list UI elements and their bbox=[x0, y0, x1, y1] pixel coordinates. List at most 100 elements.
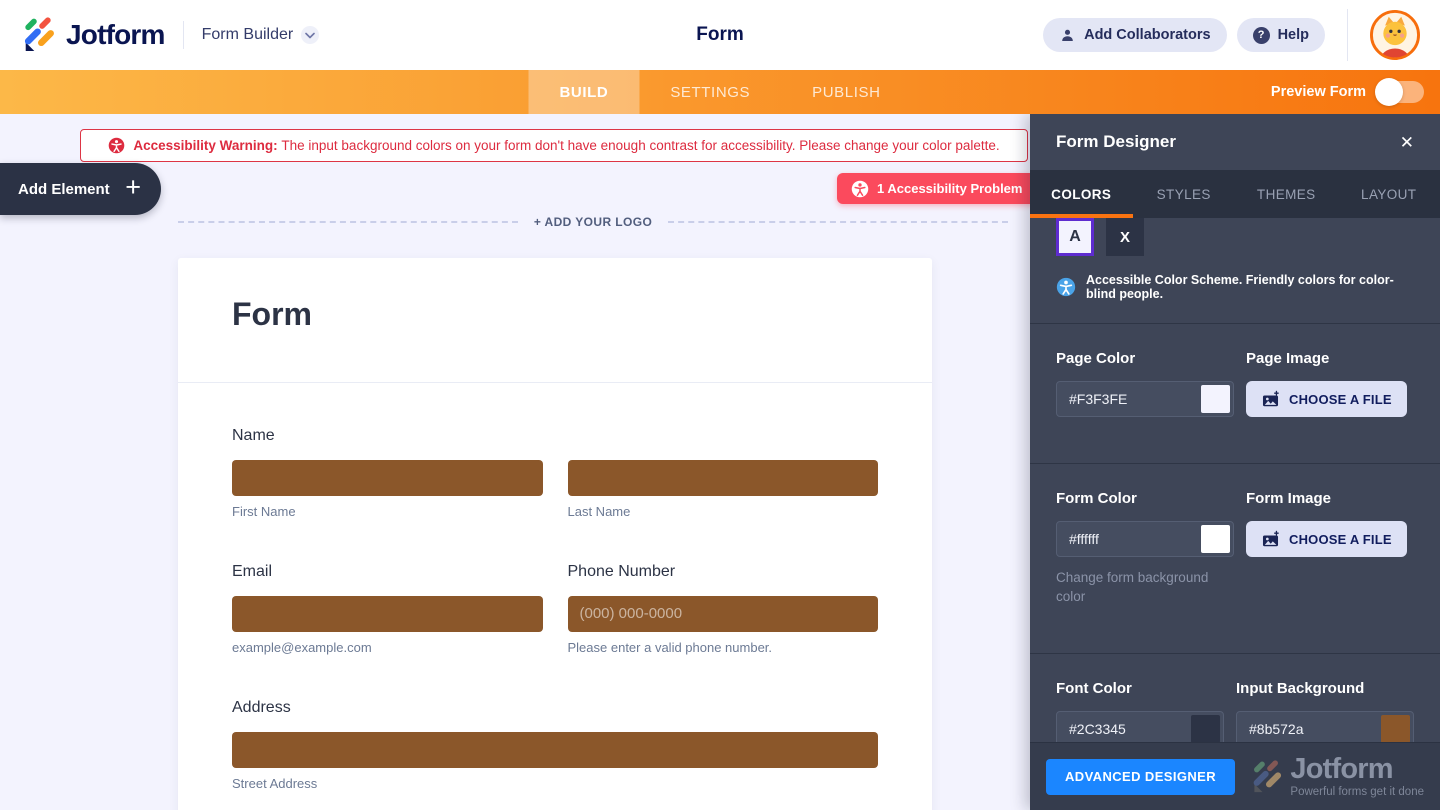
form-card: Form Name First Name Last Name bbox=[178, 258, 932, 810]
accessible-note: Accessible Color Scheme. Friendly colors… bbox=[1086, 273, 1414, 301]
accessibility-problem-badge[interactable]: 1 Accessibility Problem bbox=[837, 173, 1036, 204]
designer-tab-themes[interactable]: THEMES bbox=[1235, 170, 1338, 218]
person-icon bbox=[1059, 27, 1076, 44]
preview-form-label: Preview Form bbox=[1271, 84, 1366, 100]
accessibility-warning-banner[interactable]: Accessibility Warning: The input backgro… bbox=[80, 129, 1028, 162]
jotform-logo[interactable]: Jotform bbox=[20, 17, 165, 53]
page-color-swatch[interactable] bbox=[1201, 385, 1230, 413]
phone-label: Phone Number bbox=[568, 563, 879, 581]
designer-tab-colors[interactable]: COLORS bbox=[1030, 170, 1133, 218]
image-plus-icon bbox=[1261, 530, 1280, 549]
email-field-element[interactable]: Email example@example.com bbox=[232, 563, 543, 655]
street-address-sublabel: Street Address bbox=[232, 776, 878, 791]
input-background-label: Input Background bbox=[1236, 680, 1414, 697]
add-collaborators-label: Add Collaborators bbox=[1084, 27, 1210, 43]
phone-placeholder: (000) 000-0000 bbox=[568, 596, 879, 632]
form-color-input[interactable]: #ffffff bbox=[1056, 521, 1234, 557]
last-name-input[interactable] bbox=[568, 460, 879, 496]
phone-field-element[interactable]: Phone Number (000) 000-0000 Please enter… bbox=[568, 563, 879, 655]
add-collaborators-button[interactable]: Add Collaborators bbox=[1043, 18, 1226, 52]
font-color-value: #2C3345 bbox=[1060, 721, 1191, 737]
header-divider bbox=[1347, 9, 1348, 61]
jotform-logo-icon bbox=[1249, 760, 1283, 794]
accessibility-icon bbox=[108, 137, 125, 154]
no-scheme-swatch[interactable]: X bbox=[1106, 218, 1144, 256]
input-background-swatch[interactable] bbox=[1381, 715, 1410, 742]
builder-nav: BUILD SETTINGS PUBLISH Preview Form bbox=[0, 70, 1440, 114]
chevron-down-icon bbox=[301, 26, 319, 44]
choose-file-label: CHOOSE A FILE bbox=[1289, 392, 1392, 407]
add-logo-button[interactable]: + ADD YOUR LOGO bbox=[178, 215, 1008, 229]
panel-title: Form Designer bbox=[1056, 132, 1176, 152]
form-header-element[interactable]: Form bbox=[178, 258, 932, 383]
form-canvas: Accessibility Warning: The input backgro… bbox=[0, 114, 1440, 810]
question-icon: ? bbox=[1253, 27, 1270, 44]
jotform-logo-icon bbox=[20, 17, 56, 53]
form-color-swatch[interactable] bbox=[1201, 525, 1230, 553]
header-divider bbox=[183, 21, 184, 49]
watermark-tagline: Powerful forms get it done bbox=[1290, 786, 1424, 798]
close-icon[interactable]: ✕ bbox=[1400, 134, 1414, 151]
tab-settings[interactable]: SETTINGS bbox=[639, 70, 781, 114]
page-image-choose-file-button[interactable]: CHOOSE A FILE bbox=[1246, 381, 1407, 417]
image-plus-icon bbox=[1261, 390, 1280, 409]
font-color-label: Font Color bbox=[1056, 680, 1224, 697]
dashed-line bbox=[668, 221, 1008, 223]
avatar[interactable] bbox=[1370, 10, 1420, 60]
phone-sublabel: Please enter a valid phone number. bbox=[568, 640, 879, 655]
help-label: Help bbox=[1278, 27, 1309, 43]
page-color-value: #F3F3FE bbox=[1060, 391, 1201, 407]
add-element-label: Add Element bbox=[18, 181, 110, 198]
jotform-watermark: Jotform Powerful forms get it done bbox=[1249, 755, 1424, 798]
advanced-designer-button[interactable]: ADVANCED DESIGNER bbox=[1046, 759, 1235, 795]
top-header: Jotform Form Builder Form Add Collaborat… bbox=[0, 0, 1440, 70]
page-image-label: Page Image bbox=[1246, 350, 1407, 367]
name-label: Name bbox=[232, 427, 878, 445]
page-color-input[interactable]: #F3F3FE bbox=[1056, 381, 1234, 417]
form-color-value: #ffffff bbox=[1060, 531, 1201, 547]
tab-build[interactable]: BUILD bbox=[528, 70, 639, 114]
form-color-label: Form Color bbox=[1056, 490, 1234, 507]
form-color-helper: Change form background color bbox=[1056, 569, 1221, 607]
warning-message: The input background colors on your form… bbox=[281, 138, 999, 153]
app-name-label: Form Builder bbox=[202, 26, 294, 44]
form-image-choose-file-button[interactable]: CHOOSE A FILE bbox=[1246, 521, 1407, 557]
email-input[interactable] bbox=[232, 596, 543, 632]
toggle-knob bbox=[1375, 78, 1403, 106]
name-field-element[interactable]: Name First Name Last Name bbox=[232, 427, 878, 519]
phone-input[interactable]: (000) 000-0000 bbox=[568, 596, 879, 632]
first-name-input[interactable] bbox=[232, 460, 543, 496]
input-background-input[interactable]: #8b572a bbox=[1236, 711, 1414, 742]
preview-form-toggle[interactable] bbox=[1376, 81, 1424, 103]
help-button[interactable]: ? Help bbox=[1237, 18, 1325, 52]
form-title[interactable]: Form bbox=[232, 296, 878, 333]
address-label: Address bbox=[232, 699, 878, 717]
first-name-sublabel: First Name bbox=[232, 504, 543, 519]
designer-tab-layout[interactable]: LAYOUT bbox=[1338, 170, 1440, 218]
form-image-label: Form Image bbox=[1246, 490, 1407, 507]
street-address-input[interactable] bbox=[232, 732, 878, 768]
accessible-scheme-swatch[interactable]: A bbox=[1056, 218, 1094, 256]
input-background-value: #8b572a bbox=[1240, 721, 1381, 737]
plus-icon: + bbox=[125, 174, 141, 201]
last-name-sublabel: Last Name bbox=[568, 504, 879, 519]
form-designer-panel: Form Designer ✕ COLORS STYLES THEMES LAY… bbox=[1030, 114, 1440, 810]
tab-publish[interactable]: PUBLISH bbox=[781, 70, 911, 114]
designer-tab-styles[interactable]: STYLES bbox=[1133, 170, 1236, 218]
email-sublabel: example@example.com bbox=[232, 640, 543, 655]
font-color-input[interactable]: #2C3345 bbox=[1056, 711, 1224, 742]
form-builder-dropdown[interactable]: Form Builder bbox=[202, 26, 320, 44]
add-logo-label: + ADD YOUR LOGO bbox=[534, 215, 652, 229]
font-color-swatch[interactable] bbox=[1191, 715, 1220, 742]
accessibility-icon bbox=[1056, 277, 1076, 297]
warning-title: Accessibility Warning: bbox=[133, 138, 277, 153]
brand-wordmark: Jotform bbox=[66, 19, 165, 51]
accessibility-problem-label: 1 Accessibility Problem bbox=[877, 181, 1022, 196]
page-title: Form bbox=[696, 24, 744, 46]
email-label: Email bbox=[232, 563, 543, 581]
page-color-label: Page Color bbox=[1056, 350, 1234, 367]
accessibility-icon bbox=[851, 180, 869, 198]
watermark-brand: Jotform bbox=[1290, 755, 1424, 784]
address-field-element[interactable]: Address Street Address bbox=[232, 699, 878, 791]
add-element-button[interactable]: Add Element + bbox=[0, 163, 161, 215]
